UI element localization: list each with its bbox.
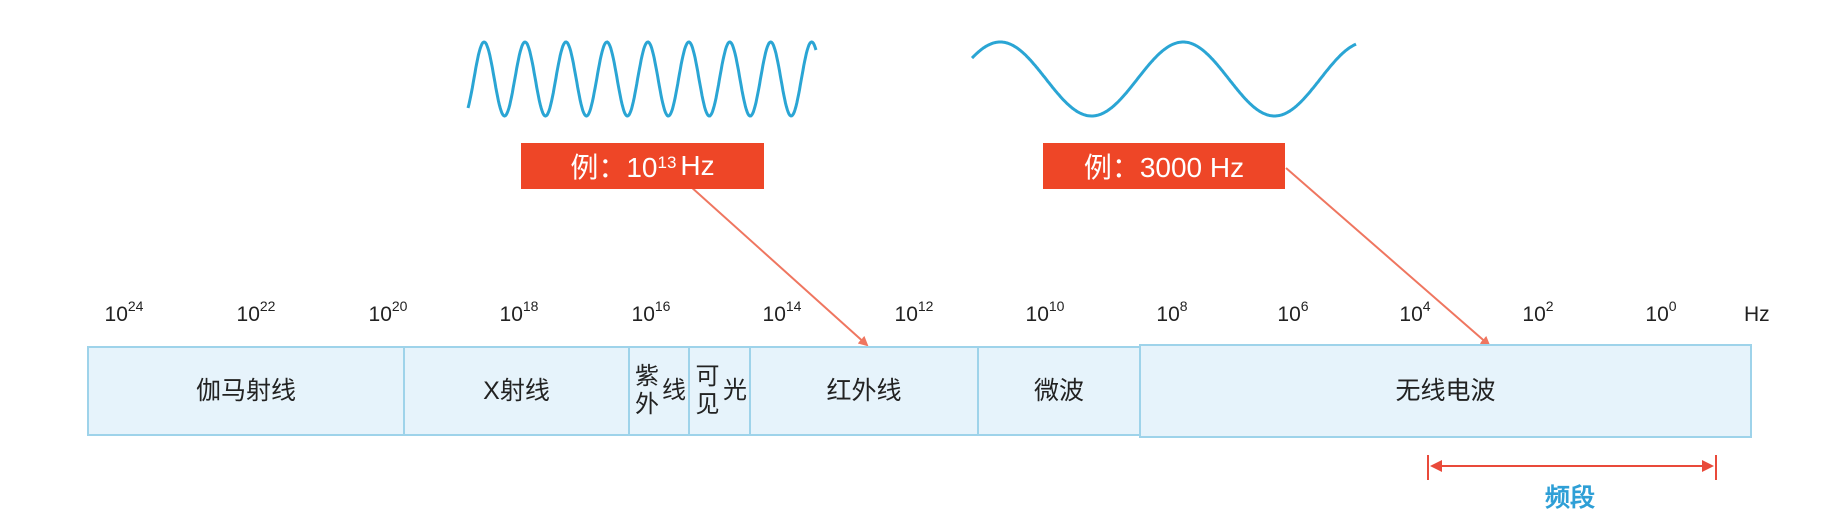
band-visible-light: 可见光 bbox=[688, 346, 751, 436]
band-x-rays: X射线 bbox=[403, 346, 630, 436]
tick-label-1e18: 1018 bbox=[499, 298, 539, 326]
high-frequency-wave bbox=[466, 40, 818, 118]
tick-label-1e14: 1014 bbox=[762, 298, 802, 326]
band-radio-waves: 无线电波 bbox=[1139, 344, 1752, 438]
frequency-band-label: 频段 bbox=[1544, 484, 1596, 512]
tick-label-1e2: 102 bbox=[1522, 298, 1554, 326]
callout-high-frequency: 例：10 13 Hz bbox=[521, 143, 764, 189]
callout-low-frequency: 例：3000 Hz bbox=[1043, 143, 1285, 189]
tick-label-1e12: 1012 bbox=[894, 298, 934, 326]
tick-label-1e6: 106 bbox=[1277, 298, 1309, 326]
tick-label-1e22: 1022 bbox=[236, 298, 276, 326]
callout-high-suffix: Hz bbox=[680, 150, 715, 181]
tick-label-1e20: 1020 bbox=[368, 298, 408, 326]
tick-label-1e16: 1016 bbox=[631, 298, 671, 326]
callout-high-prefix: 例：10 bbox=[570, 152, 658, 183]
band-ultraviolet: 紫外线 bbox=[628, 346, 690, 436]
tick-label-1e0: 100 bbox=[1645, 298, 1677, 326]
tick-label-1e4: 104 bbox=[1399, 298, 1431, 326]
tick-label-1e10: 1010 bbox=[1025, 298, 1065, 326]
band-infrared: 红外线 bbox=[749, 346, 979, 436]
callout-low-text: 例：3000 Hz bbox=[1083, 152, 1245, 183]
tick-label-1e8: 108 bbox=[1156, 298, 1188, 326]
band-microwave: 微波 bbox=[977, 346, 1141, 436]
tick-label-1e24: 1024 bbox=[104, 298, 144, 326]
band-gamma-rays: 伽马射线 bbox=[87, 346, 405, 436]
axis-unit-label: Hz bbox=[1744, 303, 1770, 326]
low-frequency-wave bbox=[970, 40, 1357, 118]
callout-arrow-low bbox=[1285, 167, 1491, 347]
callout-high-exponent: 13 bbox=[657, 153, 677, 172]
em-spectrum-diagram: 例：10 13 Hz 例：3000 Hz 1024 1022 1020 1018 1… bbox=[0, 0, 1836, 514]
